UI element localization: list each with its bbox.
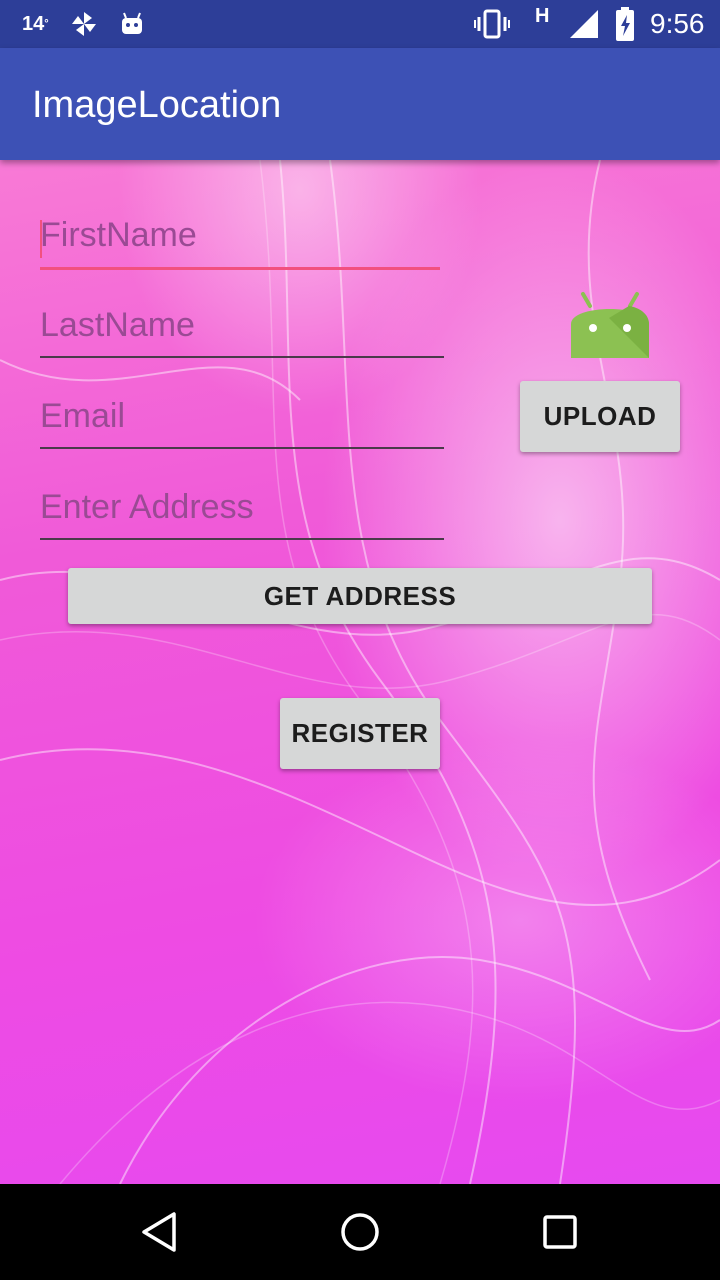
text-cursor xyxy=(40,220,42,258)
address-underline xyxy=(40,538,444,540)
network-type: H xyxy=(535,4,550,27)
navigation-bar xyxy=(0,1184,720,1280)
first-name-field[interactable] xyxy=(40,208,440,270)
back-icon[interactable] xyxy=(138,1210,182,1254)
last-name-field[interactable] xyxy=(40,298,444,358)
status-bar: 14 ° H 9:56 xyxy=(0,0,720,48)
address-field[interactable] xyxy=(40,480,444,540)
temperature-readout: 14 ° xyxy=(22,0,49,48)
android-bot-icon xyxy=(118,0,146,48)
email-input[interactable] xyxy=(40,389,444,449)
upload-button[interactable]: UPLOAD xyxy=(520,381,680,452)
last-name-input[interactable] xyxy=(40,298,444,358)
vibrate-icon xyxy=(474,0,510,48)
pinwheel-icon xyxy=(68,0,100,48)
home-icon[interactable] xyxy=(338,1210,382,1254)
first-name-input[interactable] xyxy=(40,208,440,268)
address-input[interactable] xyxy=(40,480,444,540)
battery-charging-icon xyxy=(614,0,636,48)
email-underline xyxy=(40,447,444,449)
email-field[interactable] xyxy=(40,389,444,449)
get-address-button[interactable]: GET ADDRESS xyxy=(68,568,652,624)
first-name-underline xyxy=(40,267,440,270)
temperature-unit: ° xyxy=(44,18,49,30)
clock: 9:56 xyxy=(650,8,705,39)
recents-icon[interactable] xyxy=(538,1210,582,1254)
android-robot-image[interactable] xyxy=(569,280,651,362)
main-content: UPLOAD GET ADDRESS REGISTER xyxy=(0,160,720,1184)
register-button[interactable]: REGISTER xyxy=(280,698,440,769)
app-bar: ImageLocation xyxy=(0,48,720,160)
temperature-value: 14 xyxy=(22,12,45,35)
app-title: ImageLocation xyxy=(32,84,282,126)
last-name-underline xyxy=(40,356,444,358)
signal-icon xyxy=(568,0,600,48)
